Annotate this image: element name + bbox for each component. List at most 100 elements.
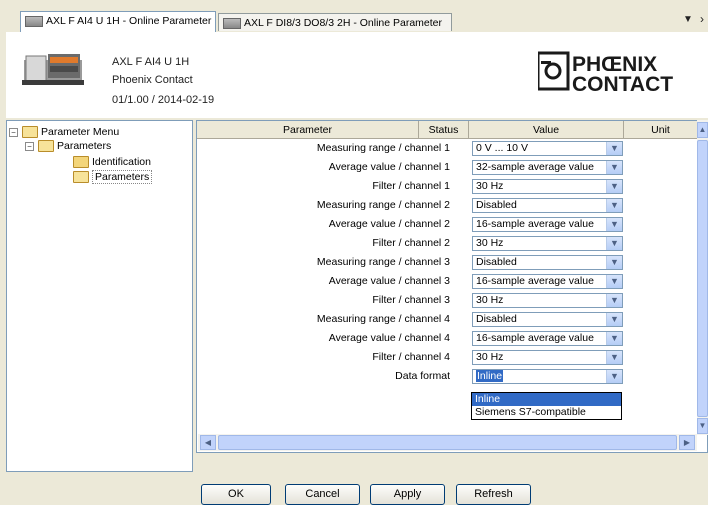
chevron-down-icon[interactable]: ▼ xyxy=(606,142,622,155)
parameter-name: Data format xyxy=(395,370,450,382)
horizontal-scrollbar[interactable]: ◀ ▶ xyxy=(198,434,697,451)
apply-button[interactable]: Apply xyxy=(370,484,445,505)
parameter-name: Measuring range / channel 2 xyxy=(316,199,450,211)
value-text: Disabled xyxy=(476,313,517,325)
table-row: Measuring range / channel 3 Disabled ▼ xyxy=(197,253,697,272)
refresh-button[interactable]: Refresh xyxy=(456,484,531,505)
folder-icon xyxy=(73,156,89,169)
value-text: 16-sample average value xyxy=(476,332,594,344)
tree-label: Parameters xyxy=(92,170,153,184)
value-select[interactable]: 16-sample average value ▼ xyxy=(472,331,623,346)
tab-list-dropdown-icon[interactable]: ▼ xyxy=(683,14,693,25)
chevron-down-icon[interactable]: ▼ xyxy=(606,256,622,269)
chevron-down-icon[interactable]: ▼ xyxy=(606,332,622,345)
value-text: Disabled xyxy=(476,199,517,211)
chevron-down-icon[interactable]: ▼ xyxy=(606,370,622,383)
tree-node-parameters[interactable]: − Parameters xyxy=(25,140,111,153)
chevron-down-icon[interactable]: ▼ xyxy=(606,218,622,231)
module-icon xyxy=(25,15,43,27)
cancel-button[interactable]: Cancel xyxy=(285,484,360,505)
chevron-down-icon[interactable]: ▼ xyxy=(606,180,622,193)
collapse-icon[interactable]: − xyxy=(9,127,18,137)
value-select[interactable]: 30 Hz ▼ xyxy=(472,293,623,308)
value-text: 30 Hz xyxy=(476,351,504,363)
scroll-right-icon[interactable]: ▶ xyxy=(679,435,695,450)
value-select[interactable]: 0 V ... 10 V ▼ xyxy=(472,141,623,156)
module-icon xyxy=(223,17,241,29)
table-row: Measuring range / channel 1 0 V ... 10 V ▼ xyxy=(197,139,697,158)
tab-axl-f-ai4[interactable]: AXL F AI4 U 1H - Online Parameter xyxy=(20,11,216,32)
table-row: Filter / channel 4 30 Hz ▼ xyxy=(197,348,697,367)
chevron-down-icon[interactable]: ▼ xyxy=(606,199,622,212)
value-select[interactable]: 32-sample average value ▼ xyxy=(472,160,623,175)
tree-label: Parameters xyxy=(57,140,112,152)
device-name: AXL F AI4 U 1H xyxy=(112,56,190,68)
table-row: Filter / channel 2 30 Hz ▼ xyxy=(197,234,697,253)
dropdown-option[interactable]: Inline xyxy=(472,393,621,406)
folder-open-icon xyxy=(38,140,54,153)
collapse-icon[interactable]: − xyxy=(25,141,34,151)
scroll-down-icon[interactable]: ▼ xyxy=(697,418,708,434)
tree-label: Identification xyxy=(92,156,151,168)
value-select[interactable]: 30 Hz ▼ xyxy=(472,236,623,251)
table-row: Average value / channel 4 16-sample avera… xyxy=(197,329,697,348)
tree-node-identification[interactable]: Identification xyxy=(73,156,151,169)
tab-label: AXL F AI4 U 1H - Online Parameter xyxy=(46,15,212,27)
value-text: 32-sample average value xyxy=(476,161,594,173)
table-row: Filter / channel 3 30 Hz ▼ xyxy=(197,291,697,310)
value-select[interactable]: Disabled ▼ xyxy=(472,255,623,270)
tab-axl-f-di8[interactable]: AXL F DI8/3 DO8/3 2H - Online Parameter xyxy=(218,13,452,31)
value-select[interactable]: 16-sample average value ▼ xyxy=(472,274,623,289)
tab-label: AXL F DI8/3 DO8/3 2H - Online Parameter xyxy=(244,17,443,29)
value-select[interactable]: Inline ▼ xyxy=(472,369,623,384)
column-header-value[interactable]: Value xyxy=(469,121,624,139)
value-text: 0 V ... 10 V xyxy=(476,142,528,154)
tree-node-parameter-menu[interactable]: − Parameter Menu xyxy=(9,126,119,139)
chevron-down-icon[interactable]: ▼ xyxy=(606,294,622,307)
chevron-down-icon[interactable]: ▼ xyxy=(606,237,622,250)
parameter-name: Average value / channel 2 xyxy=(328,218,450,230)
value-text: 16-sample average value xyxy=(476,218,594,230)
logo-line2: CONTACT xyxy=(572,73,673,94)
chevron-down-icon[interactable]: ▼ xyxy=(606,351,622,364)
value-text: 30 Hz xyxy=(476,237,504,249)
value-text: 16-sample average value xyxy=(476,275,594,287)
scroll-up-icon[interactable]: ▲ xyxy=(697,122,708,138)
column-header-status[interactable]: Status xyxy=(419,121,469,139)
value-select[interactable]: Disabled ▼ xyxy=(472,312,623,327)
chevron-down-icon[interactable]: ▼ xyxy=(606,161,622,174)
table-row: Measuring range / channel 4 Disabled ▼ xyxy=(197,310,697,329)
column-header-unit[interactable]: Unit xyxy=(624,121,698,139)
parameter-name: Filter / channel 2 xyxy=(372,237,450,249)
value-text: Inline xyxy=(476,370,504,382)
chevron-down-icon[interactable]: ▼ xyxy=(606,313,622,326)
parameter-name: Average value / channel 1 xyxy=(328,161,450,173)
parameter-name: Measuring range / channel 3 xyxy=(316,256,450,268)
value-select[interactable]: 16-sample average value ▼ xyxy=(472,217,623,232)
table-row: Average value / channel 1 32-sample avera… xyxy=(197,158,697,177)
value-text: 30 Hz xyxy=(476,294,504,306)
parameter-name: Measuring range / channel 4 xyxy=(316,313,450,325)
value-select[interactable]: 30 Hz ▼ xyxy=(472,179,623,194)
ok-button[interactable]: OK xyxy=(201,484,271,505)
folder-open-icon xyxy=(22,126,38,139)
value-select[interactable]: 30 Hz ▼ xyxy=(472,350,623,365)
chevron-down-icon[interactable]: ▼ xyxy=(606,275,622,288)
table-row: Average value / channel 3 16-sample avera… xyxy=(197,272,697,291)
phoenix-contact-logo: PHŒNIX CONTACT xyxy=(538,51,673,94)
column-header-parameter[interactable]: Parameter xyxy=(197,121,419,139)
tree-label: Parameter Menu xyxy=(41,126,120,138)
folder-open-icon xyxy=(73,171,89,184)
scroll-left-icon[interactable]: ◀ xyxy=(200,435,216,450)
vertical-scroll-thumb[interactable] xyxy=(697,140,708,417)
horizontal-scroll-thumb[interactable] xyxy=(218,435,677,450)
tab-scroll-right-icon[interactable]: › xyxy=(700,12,704,26)
vertical-scrollbar[interactable]: ▲ ▼ xyxy=(697,120,708,435)
value-select[interactable]: Disabled ▼ xyxy=(472,198,623,213)
tree-node-parameters-leaf[interactable]: Parameters xyxy=(73,170,153,184)
dropdown-option[interactable]: Siemens S7-compatible xyxy=(472,406,621,419)
table-row: Data format Inline ▼ xyxy=(197,367,697,386)
data-format-dropdown-list[interactable]: Inline Siemens S7-compatible xyxy=(471,392,622,420)
tab-bar: AXL F AI4 U 1H - Online Parameter AXL F … xyxy=(0,0,708,32)
parameter-name: Average value / channel 3 xyxy=(328,275,450,287)
